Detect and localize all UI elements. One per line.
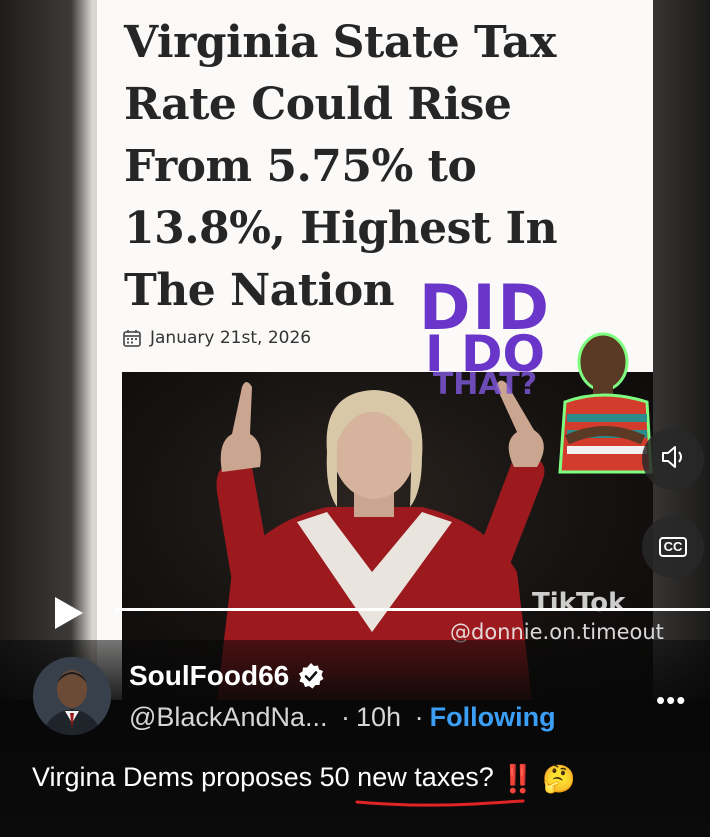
speaker-icon <box>658 442 688 477</box>
post-meta: @BlackAndNa... · 10h · Following <box>129 702 556 733</box>
cartoon-character-sticker <box>558 332 653 474</box>
user-handle[interactable]: @BlackAndNa... <box>129 702 328 732</box>
article-date: January 21st, 2026 <box>122 328 311 348</box>
progress-fill <box>114 608 710 611</box>
did-i-do-that-sticker: DID I DO THAT? <box>410 277 560 402</box>
calendar-icon <box>122 328 142 348</box>
username[interactable]: SoulFood66 <box>129 660 325 692</box>
post-time: 10h <box>356 702 402 732</box>
caption-emoji: ‼️ 🤔 <box>501 763 577 794</box>
avatar[interactable] <box>33 657 111 735</box>
more-icon[interactable]: ••• <box>656 685 686 716</box>
tiktok-watermark: TikTok @donnie.on.timeout <box>450 588 690 644</box>
article-date-text: January 21st, 2026 <box>150 328 312 348</box>
article-headline: Virginia State Tax Rate Could Rise From … <box>124 17 558 316</box>
username-text: SoulFood66 <box>129 660 290 691</box>
tiktok-logo: TikTok <box>532 588 626 618</box>
verified-icon <box>297 662 325 690</box>
video-frame[interactable]: Virginia State Tax Rate Could Rise From … <box>0 0 710 837</box>
play-button[interactable] <box>52 596 86 630</box>
video-progress-bar[interactable] <box>114 608 710 611</box>
cc-icon: CC <box>658 537 688 557</box>
separator-1: · <box>341 702 351 732</box>
sticker-line3: THAT? <box>432 366 538 402</box>
sound-button[interactable] <box>642 428 704 490</box>
caption-highlight: 50 new taxes? <box>319 762 494 792</box>
red-underline-annotation <box>355 799 525 807</box>
separator-2: · <box>414 702 424 732</box>
caption-text: Virgina Dems proposes <box>32 762 320 792</box>
play-icon <box>55 597 83 629</box>
captions-button[interactable]: CC <box>642 516 704 578</box>
post-caption: Virgina Dems proposes 50 new taxes? ‼️ 🤔 <box>32 762 576 795</box>
following-button[interactable]: Following <box>430 702 556 732</box>
